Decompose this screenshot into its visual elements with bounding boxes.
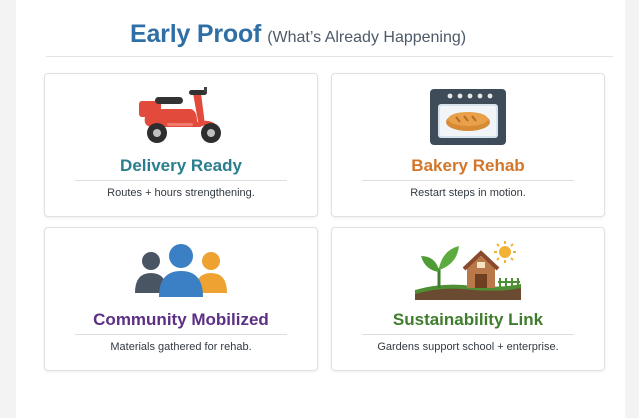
card-bakery-rehab: Bakery Rehab Restart steps in motion. — [331, 73, 605, 217]
card-title: Delivery Ready — [120, 156, 242, 175]
page-subtitle: (What’s Already Happening) — [267, 29, 467, 46]
card-description: Routes + hours strengthening. — [107, 187, 255, 199]
card-title: Community Mobilized — [93, 310, 269, 329]
card-divider — [75, 180, 287, 181]
page-title: Early Proof — [130, 20, 262, 48]
garden-farm-icon — [413, 240, 523, 302]
card-description: Gardens support school + enterprise. — [377, 341, 559, 353]
card-description: Restart steps in motion. — [410, 187, 526, 199]
scooter-icon — [126, 86, 236, 148]
card-delivery-ready: Delivery Ready Routes + hours strengthen… — [44, 73, 318, 217]
card-community-mobilized: Community Mobilized Materials gathered f… — [44, 227, 318, 371]
page-title-row: Early Proof (What’s Already Happening) — [130, 20, 466, 54]
card-description: Materials gathered for rehab. — [110, 341, 252, 353]
card-sustainability-link: Sustainability Link Gardens support scho… — [331, 227, 605, 371]
oven-icon — [413, 86, 523, 148]
card-divider — [362, 180, 574, 181]
card-divider — [362, 334, 574, 335]
people-icon — [126, 240, 236, 302]
title-divider — [46, 56, 613, 57]
card-title: Sustainability Link — [392, 310, 544, 329]
card-title: Bakery Rehab — [411, 156, 525, 175]
card-divider — [75, 334, 287, 335]
